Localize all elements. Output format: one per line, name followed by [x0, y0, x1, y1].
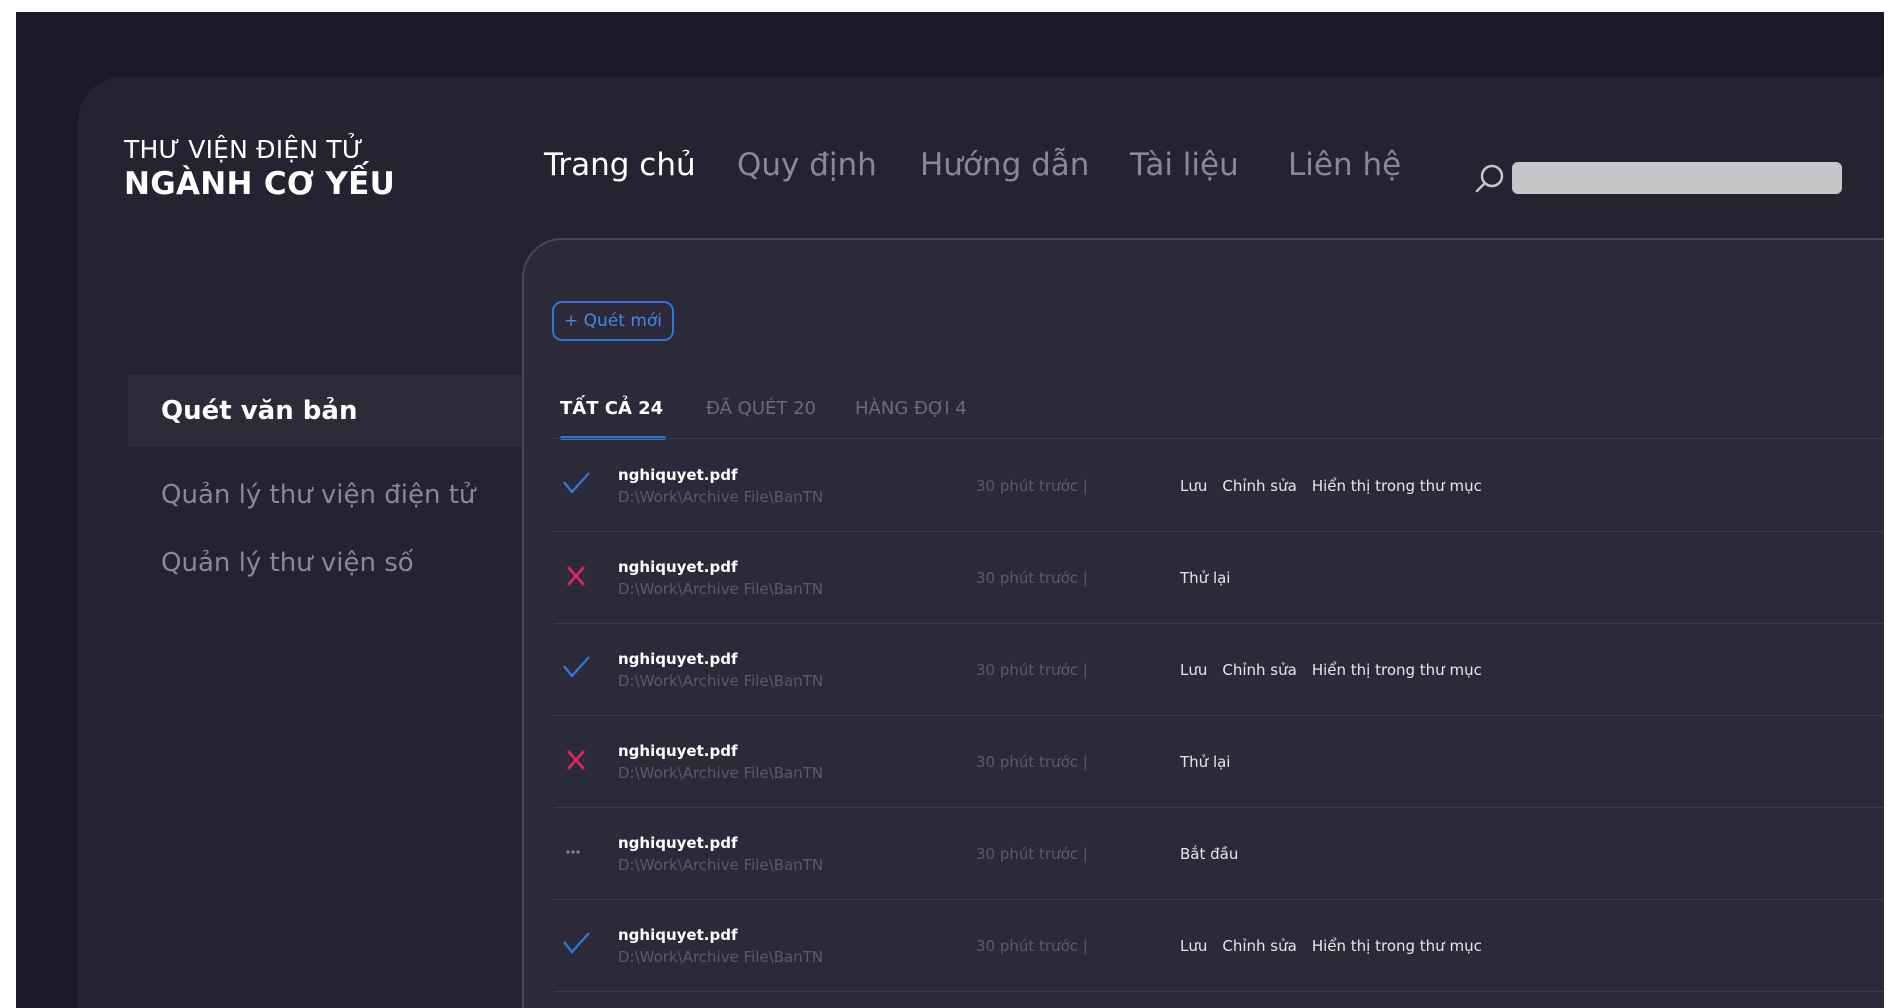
file-path: D:\Work\Archive File\BanTN	[618, 580, 824, 598]
file-path: D:\Work\Archive File\BanTN	[618, 488, 824, 506]
check-icon	[562, 470, 590, 498]
tab-queue[interactable]: HÀNG ĐỢI 4	[855, 398, 967, 419]
list-item: nghiquyet.pdf D:\Work\Archive File\BanTN…	[554, 808, 1884, 900]
nav-item-tai-lieu[interactable]: Tài liệu	[1130, 147, 1239, 183]
save-link[interactable]: Lưu	[1180, 661, 1207, 679]
error-x-icon	[562, 562, 590, 590]
file-time: 30 phút trước |	[976, 937, 1088, 955]
list-item: nghiquyet.pdf D:\Work\Archive File\BanTN…	[554, 440, 1884, 532]
file-name: nghiquyet.pdf	[618, 466, 738, 484]
save-link[interactable]: Lưu	[1180, 477, 1207, 495]
sidebar-item-quan-ly-thu-vien-dien-tu[interactable]: Quản lý thư viện điện tử	[128, 459, 548, 531]
file-time: 30 phút trước |	[976, 569, 1088, 587]
tab-all[interactable]: TẤT CẢ 24	[560, 398, 663, 419]
brand-title-line2: NGÀNH CƠ YẾU	[124, 166, 396, 202]
search-box	[1472, 158, 1852, 200]
edit-link[interactable]: Chỉnh sửa	[1222, 661, 1296, 679]
list-item: nghiquyet.pdf D:\Work\Archive File\BanTN…	[554, 716, 1884, 808]
row-actions: Thử lại	[1180, 568, 1245, 587]
edit-link[interactable]: Chỉnh sửa	[1222, 937, 1296, 955]
check-icon	[562, 654, 590, 682]
file-time: 30 phút trước |	[976, 661, 1088, 679]
nav-item-quy-dinh[interactable]: Quy định	[737, 147, 877, 183]
row-actions: Lưu Chỉnh sửa Hiển thị trong thư mục	[1180, 660, 1497, 679]
file-time: 30 phút trước |	[976, 477, 1088, 495]
edit-link[interactable]: Chỉnh sửa	[1222, 477, 1296, 495]
scan-list: nghiquyet.pdf D:\Work\Archive File\BanTN…	[554, 440, 1884, 992]
show-in-folder-link[interactable]: Hiển thị trong thư mục	[1312, 477, 1482, 495]
file-path: D:\Work\Archive File\BanTN	[618, 672, 824, 690]
nav-item-lien-he[interactable]: Liên hệ	[1288, 147, 1401, 183]
row-actions: Lưu Chỉnh sửa Hiển thị trong thư mục	[1180, 936, 1497, 955]
tabs-divider	[554, 438, 1884, 439]
file-name: nghiquyet.pdf	[618, 742, 738, 760]
file-name: nghiquyet.pdf	[618, 558, 738, 576]
file-path: D:\Work\Archive File\BanTN	[618, 856, 824, 874]
file-name: nghiquyet.pdf	[618, 650, 738, 668]
app-window: THƯ VIỆN ĐIỆN TỬ NGÀNH CƠ YẾU Trang chủ …	[78, 77, 1884, 1008]
show-in-folder-link[interactable]: Hiển thị trong thư mục	[1312, 661, 1482, 679]
list-item: nghiquyet.pdf D:\Work\Archive File\BanTN…	[554, 624, 1884, 716]
file-name: nghiquyet.pdf	[618, 926, 738, 944]
retry-link[interactable]: Thử lại	[1180, 569, 1230, 587]
show-in-folder-link[interactable]: Hiển thị trong thư mục	[1312, 937, 1482, 955]
ellipsis-icon	[562, 838, 590, 866]
row-actions: Thử lại	[1180, 752, 1245, 771]
scan-panel: + Quét mới TẤT CẢ 24 ĐÃ QUÉT 20 HÀNG ĐỢI…	[522, 238, 1884, 1008]
tab-scanned[interactable]: ĐÃ QUÉT 20	[706, 398, 816, 419]
search-icon[interactable]	[1472, 158, 1508, 200]
sidebar-item-quet-van-ban[interactable]: Quét văn bản	[128, 375, 548, 447]
nav-item-huong-dan[interactable]: Hướng dẫn	[920, 147, 1089, 183]
new-scan-button[interactable]: + Quét mới	[552, 301, 675, 341]
retry-link[interactable]: Thử lại	[1180, 753, 1230, 771]
sidebar: Quét văn bản Quản lý thư viện điện tử Qu…	[128, 375, 548, 603]
file-time: 30 phút trước |	[976, 753, 1088, 771]
list-item: nghiquyet.pdf D:\Work\Archive File\BanTN…	[554, 900, 1884, 992]
file-path: D:\Work\Archive File\BanTN	[618, 948, 824, 966]
sidebar-item-quan-ly-thu-vien-so[interactable]: Quản lý thư viện số	[128, 531, 548, 603]
row-actions: Lưu Chỉnh sửa Hiển thị trong thư mục	[1180, 476, 1497, 495]
file-name: nghiquyet.pdf	[618, 834, 738, 852]
screen-background: THƯ VIỆN ĐIỆN TỬ NGÀNH CƠ YẾU Trang chủ …	[16, 12, 1884, 1008]
start-link[interactable]: Bắt đầu	[1180, 845, 1238, 863]
list-item: nghiquyet.pdf D:\Work\Archive File\BanTN…	[554, 532, 1884, 624]
row-actions: Bắt đầu	[1180, 844, 1253, 863]
file-path: D:\Work\Archive File\BanTN	[618, 764, 824, 782]
brand-logo: THƯ VIỆN ĐIỆN TỬ NGÀNH CƠ YẾU	[124, 135, 395, 202]
save-link[interactable]: Lưu	[1180, 937, 1207, 955]
check-icon	[562, 930, 590, 958]
error-x-icon	[562, 746, 590, 774]
brand-title-line1: THƯ VIỆN ĐIỆN TỬ	[124, 135, 364, 164]
nav-item-trang-chu[interactable]: Trang chủ	[544, 147, 696, 183]
search-input[interactable]	[1512, 162, 1842, 194]
file-time: 30 phút trước |	[976, 845, 1088, 863]
